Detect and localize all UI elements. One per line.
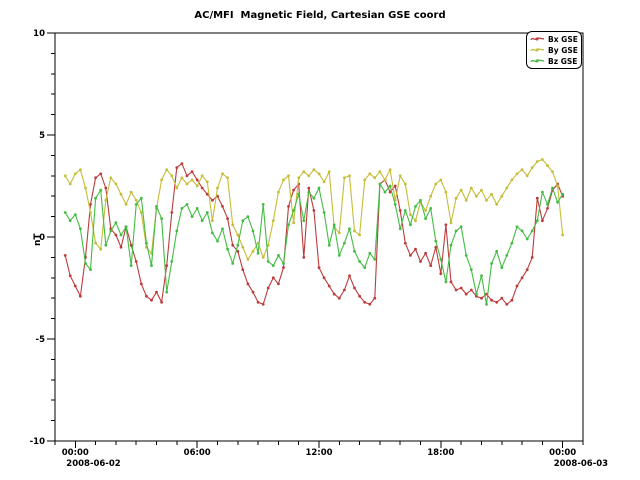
by-line-sample-icon xyxy=(530,46,545,54)
legend-item-label: Bx GSE xyxy=(548,35,578,44)
legend-item-label: By GSE xyxy=(548,46,578,55)
legend-item-bx: Bx GSE xyxy=(530,34,578,44)
chart-canvas: 1050-5-1000:002008-06-0206:0012:0018:000… xyxy=(0,0,640,480)
legend: Bx GSE By GSE Bz GSE xyxy=(526,31,582,69)
svg-text:12:00: 12:00 xyxy=(305,448,332,458)
svg-text:5: 5 xyxy=(39,131,45,141)
legend-item-label: Bz GSE xyxy=(548,57,577,66)
legend-item-by: By GSE xyxy=(530,45,578,55)
svg-text:10: 10 xyxy=(33,29,45,39)
y-axis-label: nT xyxy=(33,233,43,246)
bx-line-sample-icon xyxy=(530,35,545,43)
svg-text:00:00: 00:00 xyxy=(62,448,89,458)
bz-line-sample-icon xyxy=(530,57,545,65)
svg-text:2008-06-02: 2008-06-02 xyxy=(66,459,120,469)
svg-text:18:00: 18:00 xyxy=(427,448,454,458)
legend-item-bz: Bz GSE xyxy=(530,56,578,66)
svg-text:06:00: 06:00 xyxy=(184,448,211,458)
svg-text:-5: -5 xyxy=(36,335,46,345)
svg-text:00:00: 00:00 xyxy=(549,448,576,458)
svg-text:2008-06-03: 2008-06-03 xyxy=(554,459,608,469)
svg-text:-10: -10 xyxy=(30,437,45,447)
chart-title: AC/MFI Magnetic Field, Cartesian GSE coo… xyxy=(0,10,640,21)
